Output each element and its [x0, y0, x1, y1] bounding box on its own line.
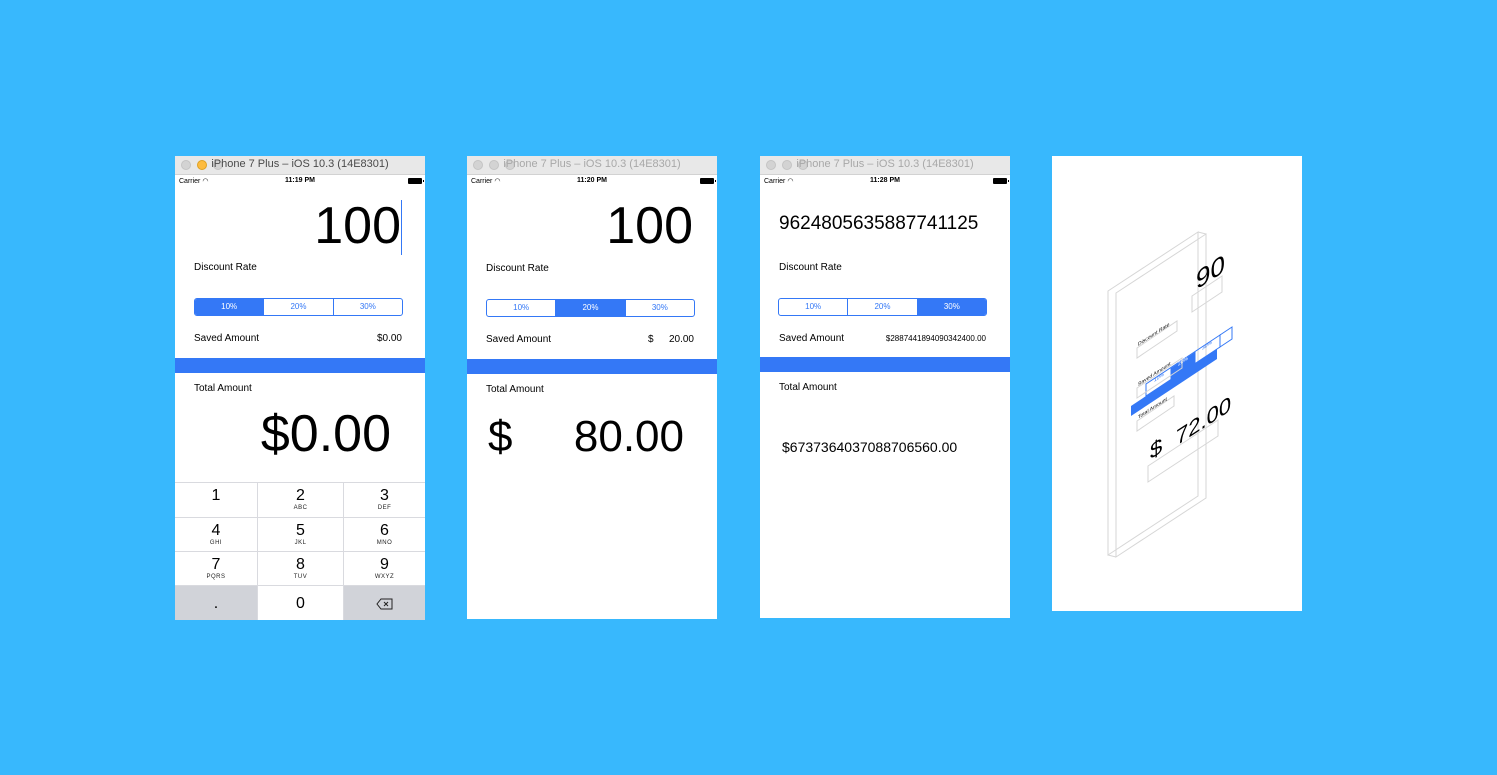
battery-icon — [408, 178, 424, 184]
status-time: 11:19 PM — [285, 177, 315, 184]
window-titlebar: iPhone 7 Plus – iOS 10.3 (14E8301) — [467, 156, 717, 175]
segment-10-percent[interactable]: 10% — [779, 299, 849, 315]
total-amount-value: $0.00 — [260, 405, 391, 463]
numeric-keypad: 1 2 ABC 3 DEF 4 GHI 5 JKL 6 MNO 7 PQRS 8 TUV 9W… — [175, 482, 425, 620]
window-title: iPhone 7 Plus – iOS 10.3 (14E8301) — [211, 158, 389, 170]
window-title: iPhone 7 Plus – iOS 10.3 (14E8301) — [796, 158, 974, 170]
text-cursor — [401, 200, 402, 255]
divider-bar — [175, 358, 425, 373]
total-amount-value: $6737364037088706560.00 — [782, 439, 958, 455]
segment-30-percent[interactable]: 30% — [626, 300, 694, 316]
key-4[interactable]: 4 GHI — [175, 518, 258, 552]
saved-amount-label: Saved Amount — [779, 333, 845, 344]
key-6[interactable]: 6 MNO — [344, 518, 425, 552]
segment-30-percent[interactable]: 30% — [917, 299, 986, 315]
key-backspace[interactable] — [344, 586, 425, 620]
segment-20-percent[interactable]: 20% — [848, 299, 918, 315]
status-bar: Carrier ◠ 11:28 PM — [760, 175, 1010, 187]
amount-input[interactable]: 100 — [314, 196, 401, 256]
view-hierarchy-debugger — [1107, 231, 1233, 558]
status-bar: Carrier ◠ 11:19 PM — [175, 175, 425, 187]
exploded-view-panel: 90 Discount Rate 10% 20% 30% Saved Amoun… — [1052, 156, 1302, 611]
saved-amount-label: Saved Amount — [486, 334, 552, 345]
divider-bar — [467, 359, 717, 374]
status-bar: Carrier ◠ 11:20 PM — [467, 175, 717, 187]
total-amount-value: 80.00 — [573, 412, 684, 461]
discount-rate-label: Discount Rate — [779, 262, 842, 273]
key-7[interactable]: 7 PQRS — [175, 552, 258, 586]
total-amount-label: Total Amount — [486, 384, 544, 395]
key-2[interactable]: 2 ABC — [258, 483, 344, 518]
key-1[interactable]: 1 — [175, 483, 258, 518]
key-0[interactable]: 0 — [258, 586, 344, 620]
divider-bar — [760, 357, 1010, 372]
discount-rate-label: Discount Rate — [486, 263, 549, 274]
segment-20-percent[interactable]: 20% — [556, 300, 626, 316]
key-decimal[interactable]: . — [175, 586, 258, 620]
segment-10-percent[interactable]: 10% — [487, 300, 557, 316]
saved-amount-value: $2887441894090342400.00 — [885, 334, 986, 343]
window-title: iPhone 7 Plus – iOS 10.3 (14E8301) — [503, 158, 681, 170]
segment-30-percent[interactable]: 30% — [334, 299, 402, 315]
key-3[interactable]: 3 DEF — [344, 483, 425, 518]
saved-amount-value: 20.00 — [668, 334, 694, 345]
window-titlebar: iPhone 7 Plus – iOS 10.3 (14E8301) — [760, 156, 1010, 175]
discount-rate-label: Discount Rate — [194, 262, 257, 273]
battery-icon — [993, 178, 1009, 184]
exploded-segmented-control — [1145, 326, 1233, 397]
amount-input[interactable]: 9624805635887741125 — [779, 212, 978, 236]
total-currency-symbol: $ — [488, 412, 513, 461]
battery-icon — [700, 178, 716, 184]
status-time: 11:20 PM — [577, 177, 607, 184]
discount-segmented-control[interactable]: 10% 20% 30% — [194, 298, 403, 316]
simulator-window-1: iPhone 7 Plus – iOS 10.3 (14E8301) Carri… — [175, 156, 425, 620]
discount-segmented-control[interactable]: 10% 20% 30% — [486, 299, 695, 317]
saved-amount-label: Saved Amount — [194, 333, 260, 344]
simulator-window-3: iPhone 7 Plus – iOS 10.3 (14E8301) Carri… — [760, 156, 1010, 618]
key-9[interactable]: 9 WXYZ — [344, 552, 425, 586]
key-8[interactable]: 8 TUV — [258, 552, 344, 586]
amount-input[interactable]: 100 — [606, 196, 693, 256]
backspace-icon — [375, 598, 392, 610]
simulator-window-2: iPhone 7 Plus – iOS 10.3 (14E8301) Carri… — [467, 156, 717, 619]
total-amount-label: Total Amount — [194, 383, 252, 394]
discount-segmented-control[interactable]: 10% 20% 30% — [778, 298, 987, 316]
status-time: 11:28 PM — [870, 177, 900, 184]
saved-currency-symbol: $ — [648, 334, 654, 345]
total-amount-label: Total Amount — [779, 382, 837, 393]
window-titlebar: iPhone 7 Plus – iOS 10.3 (14E8301) — [175, 156, 425, 175]
saved-amount-value: $0.00 — [376, 333, 402, 344]
segment-10-percent[interactable]: 10% — [195, 299, 265, 315]
key-5[interactable]: 5 JKL — [258, 518, 344, 552]
segment-20-percent[interactable]: 20% — [264, 299, 334, 315]
